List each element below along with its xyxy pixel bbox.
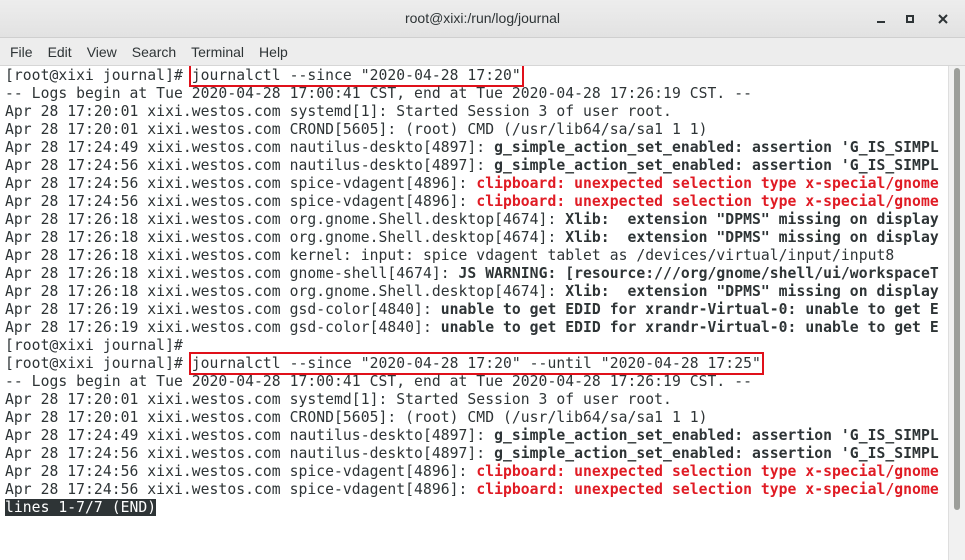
title-bar: root@xixi:/run/log/journal [0, 0, 965, 38]
minimize-icon [877, 21, 885, 23]
menu-bar: File Edit View Search Terminal Help [0, 38, 965, 66]
vertical-scrollbar[interactable] [948, 66, 965, 560]
terminal-text: Apr 28 17:24:49 xixi.westos.com nautilus… [5, 427, 495, 444]
terminal-text: -- Logs begin at Tue 2020-04-28 17:00:41… [5, 85, 752, 102]
window-title: root@xixi:/run/log/journal [404, 10, 561, 26]
error-message: clipboard: unexpected selection type x-s… [476, 175, 939, 192]
terminal-text: g_simple_action_set_enabled: assertion '… [494, 427, 939, 444]
terminal-line: [root@xixi journal]# journalctl --since … [5, 66, 524, 87]
terminal-text: Apr 28 17:20:01 xixi.westos.com systemd[… [5, 103, 672, 120]
terminal-text: Apr 28 17:24:56 xixi.westos.com spice-vd… [5, 481, 477, 498]
terminal-line: -- Logs begin at Tue 2020-04-28 17:00:41… [5, 373, 752, 391]
terminal-text: Apr 28 17:26:18 xixi.westos.com org.gnom… [5, 211, 566, 228]
terminal-text: Apr 28 17:24:56 xixi.westos.com spice-vd… [5, 175, 477, 192]
terminal-text: Apr 28 17:26:18 xixi.westos.com kernel: … [5, 247, 895, 264]
terminal-line: Apr 28 17:24:56 xixi.westos.com spice-vd… [5, 463, 939, 481]
terminal-text: Apr 28 17:20:01 xixi.westos.com CROND[56… [5, 409, 708, 426]
terminal-line: -- Logs begin at Tue 2020-04-28 17:00:41… [5, 85, 752, 103]
menu-edit[interactable]: Edit [43, 38, 77, 66]
terminal-text: Apr 28 17:26:18 xixi.westos.com org.gnom… [5, 229, 566, 246]
terminal-line: Apr 28 17:26:19 xixi.westos.com gsd-colo… [5, 319, 939, 337]
terminal-text: Xlib: extension "DPMS" missing on displa… [565, 283, 939, 300]
terminal-line: [root@xixi journal]# journalctl --since … [5, 352, 764, 375]
terminal-line: Apr 28 17:24:49 xixi.westos.com nautilus… [5, 427, 939, 445]
terminal-line: Apr 28 17:26:18 xixi.westos.com kernel: … [5, 247, 894, 265]
terminal-text: Apr 28 17:24:56 xixi.westos.com nautilus… [5, 157, 495, 174]
terminal-line: Apr 28 17:24:49 xixi.westos.com nautilus… [5, 139, 939, 157]
error-message: clipboard: unexpected selection type x-s… [476, 193, 939, 210]
terminal-line: Apr 28 17:20:01 xixi.westos.com CROND[56… [5, 409, 708, 427]
terminal-line: Apr 28 17:26:18 xixi.westos.com org.gnom… [5, 211, 939, 229]
terminal-text: [root@xixi journal]# [5, 337, 183, 354]
terminal-line: [root@xixi journal]# [5, 337, 183, 355]
terminal-text: Apr 28 17:26:19 xixi.westos.com gsd-colo… [5, 301, 441, 318]
highlighted-command: journalctl --since "2020-04-28 17:20" --… [188, 352, 764, 375]
menu-help[interactable]: Help [254, 38, 293, 66]
terminal-text: Apr 28 17:20:01 xixi.westos.com systemd[… [5, 391, 672, 408]
maximize-icon [906, 15, 914, 23]
close-button[interactable] [932, 8, 954, 30]
terminal-text: Apr 28 17:24:56 xixi.westos.com nautilus… [5, 445, 495, 462]
terminal-line: Apr 28 17:24:56 xixi.westos.com spice-vd… [5, 193, 939, 211]
menu-file[interactable]: File [5, 38, 38, 66]
terminal-line: Apr 28 17:26:18 xixi.westos.com org.gnom… [5, 283, 939, 301]
terminal-text: -- Logs begin at Tue 2020-04-28 17:00:41… [5, 373, 752, 390]
terminal-line: Apr 28 17:24:56 xixi.westos.com nautilus… [5, 157, 939, 175]
terminal-text: Apr 28 17:24:56 xixi.westos.com spice-vd… [5, 463, 477, 480]
terminal-text: Apr 28 17:26:19 xixi.westos.com gsd-colo… [5, 319, 441, 336]
terminal-text: Apr 28 17:24:56 xixi.westos.com spice-vd… [5, 193, 477, 210]
terminal-line: Apr 28 17:24:56 xixi.westos.com spice-vd… [5, 175, 939, 193]
terminal-text: g_simple_action_set_enabled: assertion '… [494, 157, 939, 174]
error-message: clipboard: unexpected selection type x-s… [476, 481, 939, 498]
terminal-text: JS WARNING: [resource:///org/gnome/shell… [458, 265, 939, 282]
terminal-text: Apr 28 17:20:01 xixi.westos.com CROND[56… [5, 121, 708, 138]
menu-search[interactable]: Search [127, 38, 181, 66]
terminal-text: Xlib: extension "DPMS" missing on displa… [565, 211, 939, 228]
terminal-text: Apr 28 17:26:18 xixi.westos.com org.gnom… [5, 283, 566, 300]
pager-status-text: lines 1-7/7 (END) [5, 499, 157, 516]
terminal-text: unable to get EDID for xrandr-Virtual-0:… [440, 319, 939, 336]
terminal-text: [root@xixi journal]# [5, 355, 192, 372]
terminal-text: g_simple_action_set_enabled: assertion '… [494, 445, 939, 462]
terminal-output[interactable]: [root@xixi journal]# journalctl --since … [0, 66, 948, 560]
terminal-line: Apr 28 17:24:56 xixi.westos.com spice-vd… [5, 481, 939, 499]
highlighted-command: journalctl --since "2020-04-28 17:20" [188, 66, 524, 87]
terminal-text: Xlib: extension "DPMS" missing on displa… [565, 229, 939, 246]
terminal-text: Apr 28 17:26:18 xixi.westos.com gnome-sh… [5, 265, 459, 282]
terminal-line: Apr 28 17:20:01 xixi.westos.com CROND[56… [5, 121, 708, 139]
terminal-text: Apr 28 17:24:49 xixi.westos.com nautilus… [5, 139, 495, 156]
terminal-text: g_simple_action_set_enabled: assertion '… [494, 139, 939, 156]
maximize-button[interactable] [899, 8, 921, 30]
close-icon [938, 14, 948, 24]
terminal-text: [root@xixi journal]# [5, 67, 192, 84]
terminal-line: Apr 28 17:24:56 xixi.westos.com nautilus… [5, 445, 939, 463]
terminal-line: Apr 28 17:26:19 xixi.westos.com gsd-colo… [5, 301, 939, 319]
terminal-line: Apr 28 17:20:01 xixi.westos.com systemd[… [5, 103, 672, 121]
terminal-line: Apr 28 17:26:18 xixi.westos.com gnome-sh… [5, 265, 939, 283]
terminal-line: Apr 28 17:20:01 xixi.westos.com systemd[… [5, 391, 672, 409]
terminal-line: Apr 28 17:26:18 xixi.westos.com org.gnom… [5, 229, 939, 247]
menu-terminal[interactable]: Terminal [186, 38, 249, 66]
terminal-text: unable to get EDID for xrandr-Virtual-0:… [440, 301, 939, 318]
minimize-button[interactable] [870, 8, 892, 30]
error-message: clipboard: unexpected selection type x-s… [476, 463, 939, 480]
menu-view[interactable]: View [82, 38, 122, 66]
scrollbar-thumb[interactable] [954, 68, 960, 510]
pager-status-line: lines 1-7/7 (END) [5, 499, 157, 517]
